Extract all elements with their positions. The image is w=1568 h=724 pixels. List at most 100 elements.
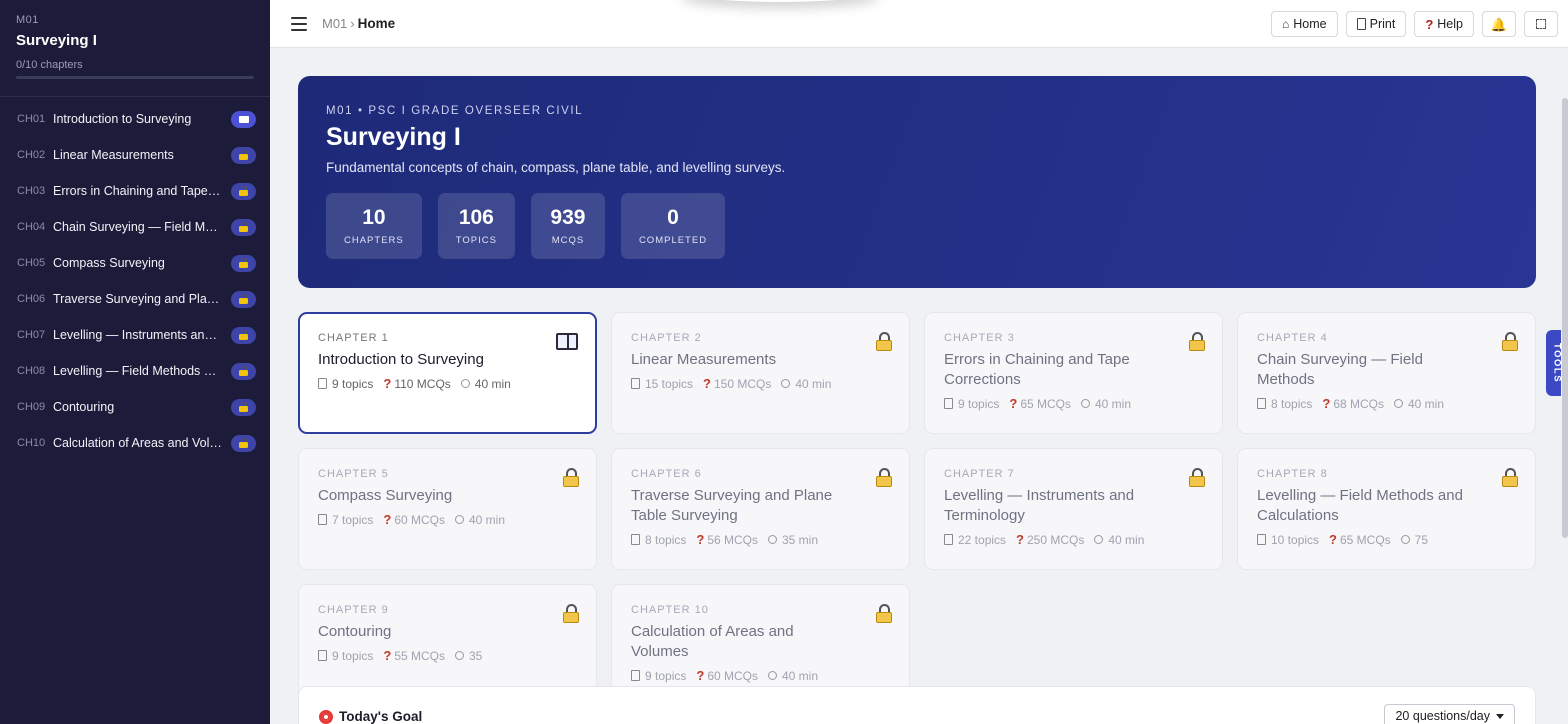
- clock-icon: [455, 651, 464, 660]
- chapter-title: Errors in Chaining and Tape Corrections: [944, 351, 1130, 388]
- chapter-card-3[interactable]: CHAPTER 3 Errors in Chaining and Tape Cor…: [924, 312, 1223, 434]
- question-icon: ?: [383, 648, 392, 663]
- goal-title-label: Today's Goal: [339, 709, 423, 724]
- home-button[interactable]: ⌂ Home: [1271, 11, 1338, 37]
- help-button[interactable]: ? Help: [1414, 11, 1474, 37]
- chapter-number: CHAPTER 2: [631, 332, 702, 344]
- lock-icon: [876, 468, 892, 487]
- chapter-time-text: 40 min: [474, 376, 511, 391]
- sidebar-item-ch01[interactable]: CH01 Introduction to Surveying: [0, 101, 270, 137]
- chapter-topics-text: 7 topics: [332, 512, 374, 527]
- sidebar-progress-bar: [16, 76, 254, 79]
- question-icon: ?: [703, 376, 711, 391]
- chapter-mcqs: ? 150 MCQs: [703, 376, 771, 391]
- notifications-button[interactable]: 🔔: [1482, 11, 1516, 37]
- chapter-title: Linear Measurements: [631, 351, 777, 368]
- chapter-card-2[interactable]: CHAPTER 2 Linear Measurements 15 topics? 15…: [611, 312, 910, 434]
- sidebar-item-status-badge: [231, 110, 256, 128]
- chapter-number: CHAPTER 3: [944, 332, 1015, 344]
- chapter-card-6[interactable]: CHAPTER 6 Traverse Surveying and Plane Ta…: [611, 448, 910, 570]
- question-icon: ?: [1329, 532, 1337, 547]
- page-scrollbar[interactable]: [1561, 48, 1568, 724]
- chapter-meta: 9 topics? 60 MCQs 40 min: [631, 668, 890, 683]
- sidebar-item-status-badge: [231, 434, 256, 452]
- chapter-card-8[interactable]: CHAPTER 8 Levelling — Field Methods and C…: [1237, 448, 1536, 570]
- sidebar-item-ch05[interactable]: CH05 Compass Surveying: [0, 245, 270, 281]
- lock-icon: [563, 604, 579, 623]
- chapter-time: 35: [455, 649, 482, 663]
- goal-select-value: 20 questions/day: [1395, 709, 1490, 723]
- lock-icon: [1189, 332, 1205, 351]
- sidebar-item-ch02[interactable]: CH02 Linear Measurements: [0, 137, 270, 173]
- chapter-card-7[interactable]: CHAPTER 7 Levelling — Instruments and Ter…: [924, 448, 1223, 570]
- print-button[interactable]: Print: [1345, 11, 1407, 37]
- chapter-meta: 8 topics? 56 MCQs 35 min: [631, 532, 890, 547]
- daily-goal-select[interactable]: 20 questions/day: [1384, 704, 1515, 724]
- chapter-meta: 8 topics? 68 MCQs 40 min: [1257, 396, 1516, 411]
- target-icon: [319, 709, 333, 724]
- breadcrumb-module[interactable]: M01: [322, 16, 347, 31]
- sidebar-item-status-badge: [231, 146, 256, 164]
- sidebar-item-ch10[interactable]: CH10 Calculation of Areas and Volu...: [0, 425, 270, 461]
- clock-icon: [460, 379, 470, 388]
- chapter-mcqs-text: 60 MCQs: [707, 668, 758, 683]
- hero-title: Surveying I: [326, 123, 461, 151]
- chapter-card-5[interactable]: CHAPTER 5 Compass Surveying 7 topics? 60 MC…: [298, 448, 597, 570]
- stat-chapters: 10 CHAPTERS: [326, 193, 422, 259]
- clipboard-icon: [318, 514, 327, 525]
- top-actions: ⌂ Home Print ? Help 🔔: [1271, 11, 1558, 37]
- chapter-number: CHAPTER 1: [318, 332, 389, 344]
- lock-icon: [239, 366, 248, 376]
- stat-completed: 0 COMPLETED: [620, 193, 726, 259]
- chapter-card-4[interactable]: CHAPTER 4 Chain Surveying — Field Methods…: [1237, 312, 1536, 434]
- sidebar-item-ch06[interactable]: CH06 Traverse Surveying and Plane T...: [0, 281, 270, 317]
- hero-subtitle: M01 • PSC I GRADE OVERSEER CIVIL: [326, 105, 584, 117]
- chapter-topics-text: 8 topics: [645, 532, 687, 547]
- fullscreen-button[interactable]: [1524, 11, 1558, 37]
- stat-value: 106: [458, 206, 494, 229]
- sidebar-item-ch09[interactable]: CH09 Contouring: [0, 389, 270, 425]
- chevron-down-icon: [1496, 713, 1504, 719]
- sidebar-item-ch07[interactable]: CH07 Levelling — Instruments and T...: [0, 317, 270, 353]
- sidebar-progress-text: 0/10 chapters: [16, 59, 83, 71]
- chapter-topics: 10 topics: [1257, 533, 1319, 547]
- chapter-number: CHAPTER 10: [631, 604, 709, 616]
- chapter-status-icon: [563, 604, 579, 623]
- clipboard-icon: [631, 378, 640, 389]
- chapter-mcqs-text: 250 MCQs: [1026, 532, 1085, 547]
- stat-label: MCQS: [551, 235, 585, 246]
- sidebar-item-status-badge: [231, 254, 256, 272]
- sidebar-item-ch08[interactable]: CH08 Levelling — Field Methods an...: [0, 353, 270, 389]
- bell-icon: 🔔: [1490, 16, 1508, 32]
- chapter-number: CHAPTER 5: [318, 468, 389, 480]
- stat-topics: 106 TOPICS: [437, 193, 515, 259]
- scrollbar-thumb[interactable]: [1562, 98, 1568, 538]
- clock-icon: [1094, 535, 1104, 544]
- sidebar-item-code: CH05: [17, 257, 46, 269]
- hamburger-icon[interactable]: [291, 16, 307, 31]
- sidebar-item-code: CH01: [17, 113, 46, 125]
- chapter-topics: 15 topics: [631, 377, 693, 391]
- lock-icon: [876, 604, 892, 623]
- sidebar-item-code: CH04: [17, 221, 46, 233]
- sidebar-item-ch03[interactable]: CH03 Errors in Chaining and Tape Co...: [0, 173, 270, 209]
- chapter-time: 75: [1400, 533, 1428, 547]
- question-icon: ?: [696, 532, 705, 547]
- chapter-mcqs: ? 55 MCQs: [383, 648, 445, 663]
- chapter-mcqs-text: 150 MCQs: [713, 376, 772, 391]
- sidebar-item-label: Calculation of Areas and Volu...: [53, 436, 227, 450]
- help-button-label: Help: [1437, 17, 1463, 31]
- chapter-meta: 10 topics? 65 MCQs 75: [1257, 532, 1516, 547]
- sidebar-item-label: Introduction to Surveying: [53, 112, 192, 126]
- chapter-time-text: 40 min: [1095, 396, 1132, 411]
- sidebar-item-ch04[interactable]: CH04 Chain Surveying — Field Meth...: [0, 209, 270, 245]
- lock-icon: [1189, 468, 1205, 487]
- book-icon: [556, 333, 578, 350]
- sidebar-item-code: CH03: [17, 185, 46, 197]
- chapter-mcqs: ? 60 MCQs: [383, 512, 445, 527]
- sidebar-item-status-badge: [231, 182, 256, 200]
- module-hero: M01 • PSC I GRADE OVERSEER CIVIL Surveyi…: [298, 76, 1536, 288]
- stat-value: 0: [667, 206, 679, 229]
- chapter-card-1[interactable]: CHAPTER 1 Introduction to Surveying 9 topi…: [298, 312, 597, 434]
- hero-description: Fundamental concepts of chain, compass, …: [326, 160, 786, 175]
